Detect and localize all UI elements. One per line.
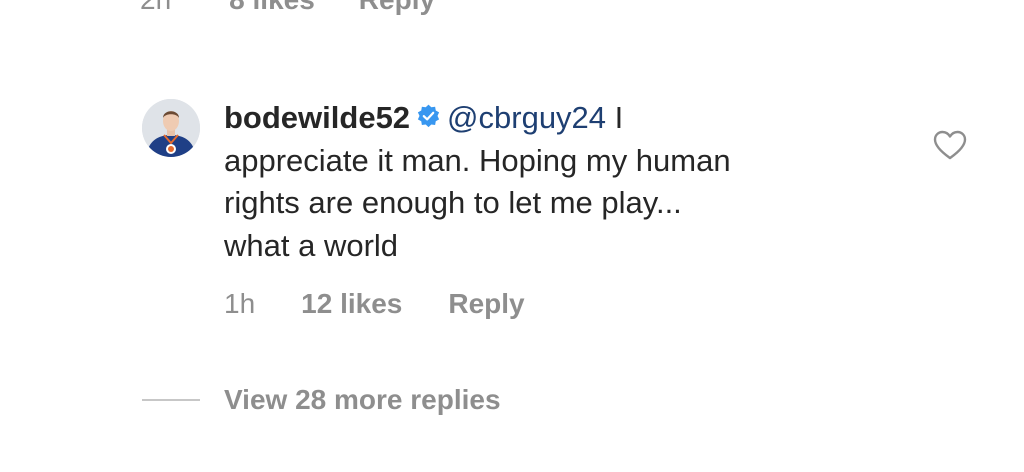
comment-text-line4: what a world <box>224 227 399 263</box>
user-avatar-image <box>142 99 200 157</box>
comment-mention[interactable]: @cbrguy24 <box>447 100 606 135</box>
comment-text-line3: rights are enough to let me play... <box>224 185 682 220</box>
reply-button[interactable]: Reply <box>448 288 524 320</box>
comment-body: bodewilde52 @cbrguy24 I appreciate it ma… <box>224 97 884 267</box>
comment-likes[interactable]: 12 likes <box>301 288 402 320</box>
comment-username[interactable]: bodewilde52 <box>224 100 410 135</box>
avatar[interactable] <box>142 99 200 157</box>
previous-comment-time: 2h <box>140 0 171 16</box>
heart-outline-icon[interactable] <box>933 130 967 160</box>
comment-text-line1: I <box>606 100 624 135</box>
previous-comment-meta: 2h 8 likes Reply <box>140 0 479 18</box>
view-more-replies-button[interactable]: View 28 more replies <box>142 381 501 419</box>
view-more-replies-label: View 28 more replies <box>224 384 501 415</box>
comment-time: 1h <box>224 288 256 319</box>
comment-text-line2: appreciate it man. Hoping my human <box>224 142 731 178</box>
previous-comment-reply-button[interactable]: Reply <box>359 0 435 16</box>
previous-comment-likes[interactable]: 8 likes <box>229 0 315 16</box>
verified-badge-icon <box>417 104 440 128</box>
comment-meta: 1h 12 likes Reply <box>224 285 525 323</box>
replies-divider-line <box>142 399 200 401</box>
